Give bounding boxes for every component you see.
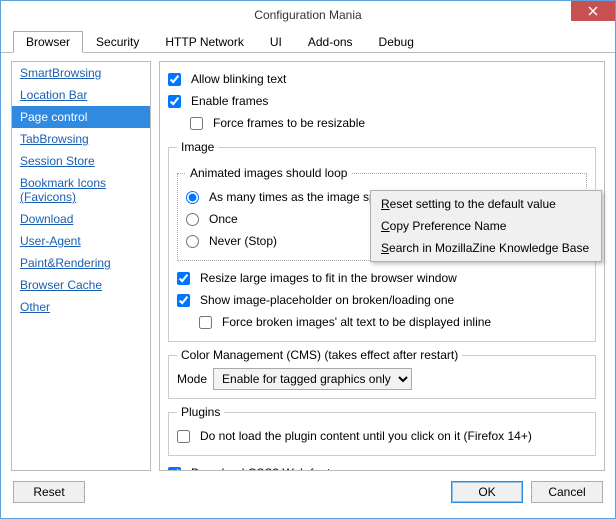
- reset-button[interactable]: Reset: [13, 481, 85, 503]
- loop-once-radio[interactable]: [186, 213, 199, 226]
- resize-large-label: Resize large images to fit in the browse…: [200, 271, 457, 285]
- sidebar-item-paint-rendering[interactable]: Paint&Rendering: [12, 252, 150, 274]
- show-placeholder-label: Show image-placeholder on broken/loading…: [200, 293, 454, 307]
- tab-http-network[interactable]: HTTP Network: [152, 31, 256, 52]
- context-copy-pref-name[interactable]: Copy Preference Name: [371, 215, 601, 237]
- css3-webfonts-checkbox[interactable]: [168, 467, 181, 472]
- dialog-footer: Reset OK Cancel: [1, 471, 615, 513]
- force-alt-inline-checkbox[interactable]: [199, 316, 212, 329]
- context-search-mozillazine-text: earch in MozillaZine Knowledge Base: [389, 241, 589, 255]
- tab-browser[interactable]: Browser: [13, 31, 83, 53]
- enable-frames-checkbox[interactable]: [168, 95, 181, 108]
- cms-mode-label: Mode: [177, 372, 207, 386]
- tab-debug[interactable]: Debug: [366, 31, 427, 52]
- sidebar[interactable]: SmartBrowsing Location Bar Page control …: [11, 61, 151, 471]
- animated-loop-legend: Animated images should loop: [186, 166, 351, 180]
- context-reset-default-text: eset setting to the default value: [390, 197, 556, 211]
- loop-once-label: Once: [209, 212, 238, 226]
- allow-blinking-checkbox[interactable]: [168, 73, 181, 86]
- plugins-group: Plugins Do not load the plugin content u…: [168, 405, 596, 456]
- context-search-mozillazine[interactable]: Search in MozillaZine Knowledge Base: [371, 237, 601, 259]
- ok-button[interactable]: OK: [451, 481, 523, 503]
- sidebar-item-session-store[interactable]: Session Store: [12, 150, 150, 172]
- tab-addons[interactable]: Add-ons: [295, 31, 366, 52]
- loop-never-label: Never (Stop): [209, 234, 277, 248]
- main-tabs: Browser Security HTTP Network UI Add-ons…: [1, 29, 615, 53]
- loop-as-specified-radio[interactable]: [186, 191, 199, 204]
- allow-blinking-label: Allow blinking text: [191, 72, 286, 86]
- cms-legend: Color Management (CMS) (takes effect aft…: [177, 348, 462, 362]
- context-reset-default[interactable]: Reset setting to the default value: [371, 193, 601, 215]
- plugins-legend: Plugins: [177, 405, 224, 419]
- sidebar-item-location-bar[interactable]: Location Bar: [12, 84, 150, 106]
- sidebar-item-bookmark-icons[interactable]: Bookmark Icons (Favicons): [12, 172, 150, 208]
- tab-ui[interactable]: UI: [257, 31, 295, 52]
- css3-webfonts-label: Download CSS3 Web fonts: [191, 466, 336, 471]
- tab-security[interactable]: Security: [83, 31, 152, 52]
- sidebar-item-tabbrowsing[interactable]: TabBrowsing: [12, 128, 150, 150]
- window-title: Configuration Mania: [254, 8, 361, 22]
- image-legend: Image: [177, 140, 218, 154]
- force-alt-inline-label: Force broken images' alt text to be disp…: [222, 315, 491, 329]
- close-icon: [588, 6, 598, 16]
- sidebar-item-user-agent[interactable]: User-Agent: [12, 230, 150, 252]
- force-resizable-label: Force frames to be resizable: [213, 116, 365, 130]
- cms-mode-select[interactable]: Enable for tagged graphics only: [213, 368, 412, 390]
- window-close-button[interactable]: [571, 1, 615, 21]
- context-menu: Reset setting to the default value Copy …: [370, 190, 602, 262]
- loop-never-radio[interactable]: [186, 235, 199, 248]
- context-copy-pref-name-text: opy Preference Name: [390, 219, 507, 233]
- cancel-button[interactable]: Cancel: [531, 481, 603, 503]
- sidebar-item-other[interactable]: Other: [12, 296, 150, 318]
- sidebar-item-smartbrowsing[interactable]: SmartBrowsing: [12, 62, 150, 84]
- cms-group: Color Management (CMS) (takes effect aft…: [168, 348, 596, 399]
- plugins-noload-checkbox[interactable]: [177, 430, 190, 443]
- force-resizable-checkbox[interactable]: [190, 117, 203, 130]
- sidebar-item-browser-cache[interactable]: Browser Cache: [12, 274, 150, 296]
- show-placeholder-checkbox[interactable]: [177, 294, 190, 307]
- sidebar-item-download[interactable]: Download: [12, 208, 150, 230]
- title-bar: Configuration Mania: [1, 1, 615, 29]
- resize-large-checkbox[interactable]: [177, 272, 190, 285]
- plugins-noload-label: Do not load the plugin content until you…: [200, 429, 532, 443]
- sidebar-item-page-control[interactable]: Page control: [12, 106, 150, 128]
- enable-frames-label: Enable frames: [191, 94, 268, 108]
- settings-panel[interactable]: Allow blinking text Enable frames Force …: [159, 61, 605, 471]
